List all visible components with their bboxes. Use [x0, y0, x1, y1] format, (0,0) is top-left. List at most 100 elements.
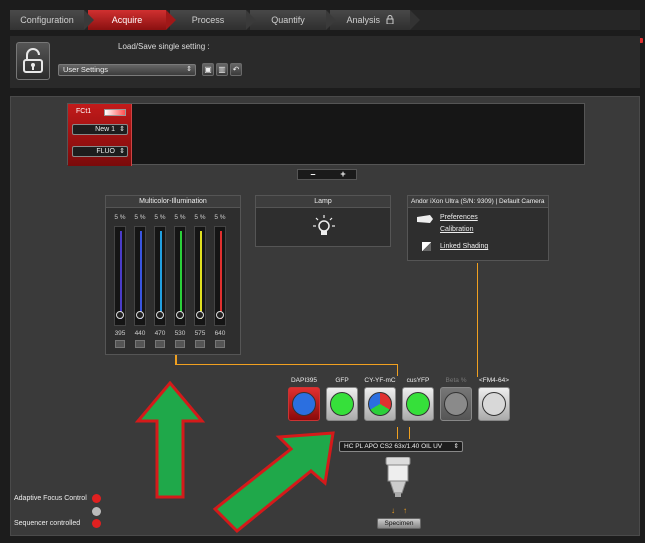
channel-slider[interactable]: 5 % 470	[152, 212, 168, 352]
fc-mode-value: FLUO	[96, 148, 115, 155]
slider-track[interactable]	[114, 226, 126, 326]
remove-button[interactable]: –	[298, 170, 328, 179]
channel-slider[interactable]: 5 % 440	[132, 212, 148, 352]
filter-cube[interactable]: Beta %	[439, 377, 473, 421]
wire	[397, 364, 398, 376]
unlock-button[interactable]	[16, 42, 50, 80]
slider-knob[interactable]	[216, 311, 224, 319]
channel-percent: 5 %	[214, 214, 226, 221]
filter-cube-label: <FM4-64>	[479, 377, 509, 384]
objective-icon[interactable]	[383, 457, 413, 501]
adaptive-focus-led[interactable]	[92, 494, 101, 503]
channel-wavelength: 395	[114, 330, 126, 337]
fc-name-select[interactable]: New 1 ⇕	[72, 124, 128, 135]
filter-cube[interactable]: GFP	[325, 377, 359, 421]
lock-icon	[386, 15, 394, 25]
filter-cube-button[interactable]	[478, 387, 510, 421]
slider-knob[interactable]	[136, 311, 144, 319]
filter-cube-label: DAPI395	[290, 377, 318, 384]
updown-icon: ⇕	[119, 148, 125, 155]
channel-checkbox[interactable]	[115, 340, 125, 348]
slider-knob[interactable]	[116, 311, 124, 319]
fc-mode-select[interactable]: FLUO ⇕	[72, 146, 128, 157]
objective-select[interactable]: HC PL APO CS2 63x/1.40 OIL UV ⇕	[339, 441, 463, 452]
channel-checkbox[interactable]	[135, 340, 145, 348]
settings-select-value: User Settings	[63, 65, 109, 74]
save-setting-button[interactable]: ▣	[202, 63, 214, 76]
tab-label: Quantify	[271, 15, 305, 25]
lamp-icon[interactable]	[309, 214, 339, 240]
slider-track[interactable]	[194, 226, 206, 326]
reset-setting-button[interactable]: ↶	[230, 63, 242, 76]
tab-quantify[interactable]: Quantify	[250, 10, 336, 30]
filter-cube-button[interactable]	[326, 387, 358, 421]
settings-select[interactable]: User Settings ⇕	[58, 64, 196, 76]
acquire-main-panel: FCt1 New 1 ⇕ FLUO ⇕ – + Multicolor-Illumin…	[10, 96, 640, 536]
fc-label: FCt1	[76, 108, 92, 115]
tab-label: Acquire	[111, 15, 143, 25]
fc-card[interactable]: FCt1 New 1 ⇕ FLUO ⇕	[68, 104, 132, 166]
sequencer-led[interactable]	[92, 519, 101, 528]
filter-color-icon	[292, 392, 316, 416]
channel-percent: 5 %	[174, 214, 186, 221]
filter-cube-label: CY-YF-mC	[364, 377, 396, 384]
slider-track[interactable]	[154, 226, 166, 326]
adaptive-focus-label: Adaptive Focus Control	[14, 495, 87, 502]
filter-color-icon	[368, 392, 392, 416]
filter-color-icon	[330, 392, 354, 416]
multicolor-illumination-box: Multicolor-Illumination 5 % 395 5 % 440 5 % 4…	[105, 195, 241, 355]
slider-knob[interactable]	[196, 311, 204, 319]
filter-cube[interactable]: cusYFP	[401, 377, 435, 421]
specimen-button[interactable]: Specimen	[377, 518, 421, 529]
tab-configuration[interactable]: Configuration	[10, 10, 94, 30]
filter-color-icon	[482, 392, 506, 416]
updown-icon: ⇕	[119, 126, 125, 133]
trash-icon: ▥	[218, 65, 226, 74]
tab-analysis[interactable]: Analysis	[330, 10, 420, 30]
filter-cube[interactable]: CY-YF-mC	[363, 377, 397, 421]
slider-line	[120, 231, 122, 319]
camera-box: Andor iXon Ultra (S/N: 9309) | Default C…	[407, 195, 549, 261]
channel-checkbox[interactable]	[195, 340, 205, 348]
add-button[interactable]: +	[328, 170, 358, 179]
channel-checkbox[interactable]	[175, 340, 185, 348]
filter-cube-button[interactable]	[288, 387, 320, 421]
slider-knob[interactable]	[176, 311, 184, 319]
camera-icon	[417, 215, 433, 223]
channel-wavelength: 440	[134, 330, 146, 337]
delete-setting-button[interactable]: ▥	[216, 63, 228, 76]
shading-icon	[422, 242, 431, 251]
slider-track[interactable]	[134, 226, 146, 326]
calibration-link[interactable]: Calibration	[440, 226, 473, 233]
channel-slider[interactable]: 5 % 575	[192, 212, 208, 352]
fc-strip: FCt1 New 1 ⇕ FLUO ⇕	[67, 103, 585, 166]
preferences-link[interactable]: Preferences	[440, 214, 478, 221]
slider-track[interactable]	[214, 226, 226, 326]
status-led-neutral	[92, 507, 101, 516]
channel-checkbox[interactable]	[155, 340, 165, 348]
filter-cube[interactable]: <FM4-64>	[477, 377, 511, 421]
channel-percent: 5 %	[194, 214, 206, 221]
tab-acquire[interactable]: Acquire	[88, 10, 176, 30]
filter-cube[interactable]: DAPI395	[287, 377, 321, 421]
channel-slider[interactable]: 5 % 530	[172, 212, 188, 352]
app-window: Configuration Acquire Process Quantify A…	[0, 0, 645, 543]
filter-color-icon	[444, 392, 468, 416]
linked-shading-link[interactable]: Linked Shading	[440, 243, 488, 250]
wire	[175, 364, 397, 365]
fc-color-bar	[104, 109, 126, 116]
floppy-icon: ▣	[204, 65, 212, 74]
add-remove-bar: – +	[297, 169, 357, 180]
slider-knob[interactable]	[156, 311, 164, 319]
settings-panel: Load/Save single setting : User Settings…	[10, 36, 640, 88]
filter-cube-button[interactable]	[440, 387, 472, 421]
channel-slider[interactable]: 5 % 640	[212, 212, 228, 352]
tab-label: Analysis	[346, 15, 380, 25]
filter-cube-label: GFP	[335, 377, 349, 384]
tab-process[interactable]: Process	[170, 10, 256, 30]
slider-track[interactable]	[174, 226, 186, 326]
channel-checkbox[interactable]	[215, 340, 225, 348]
filter-cube-button[interactable]	[364, 387, 396, 421]
channel-slider[interactable]: 5 % 395	[112, 212, 128, 352]
filter-cube-button[interactable]	[402, 387, 434, 421]
